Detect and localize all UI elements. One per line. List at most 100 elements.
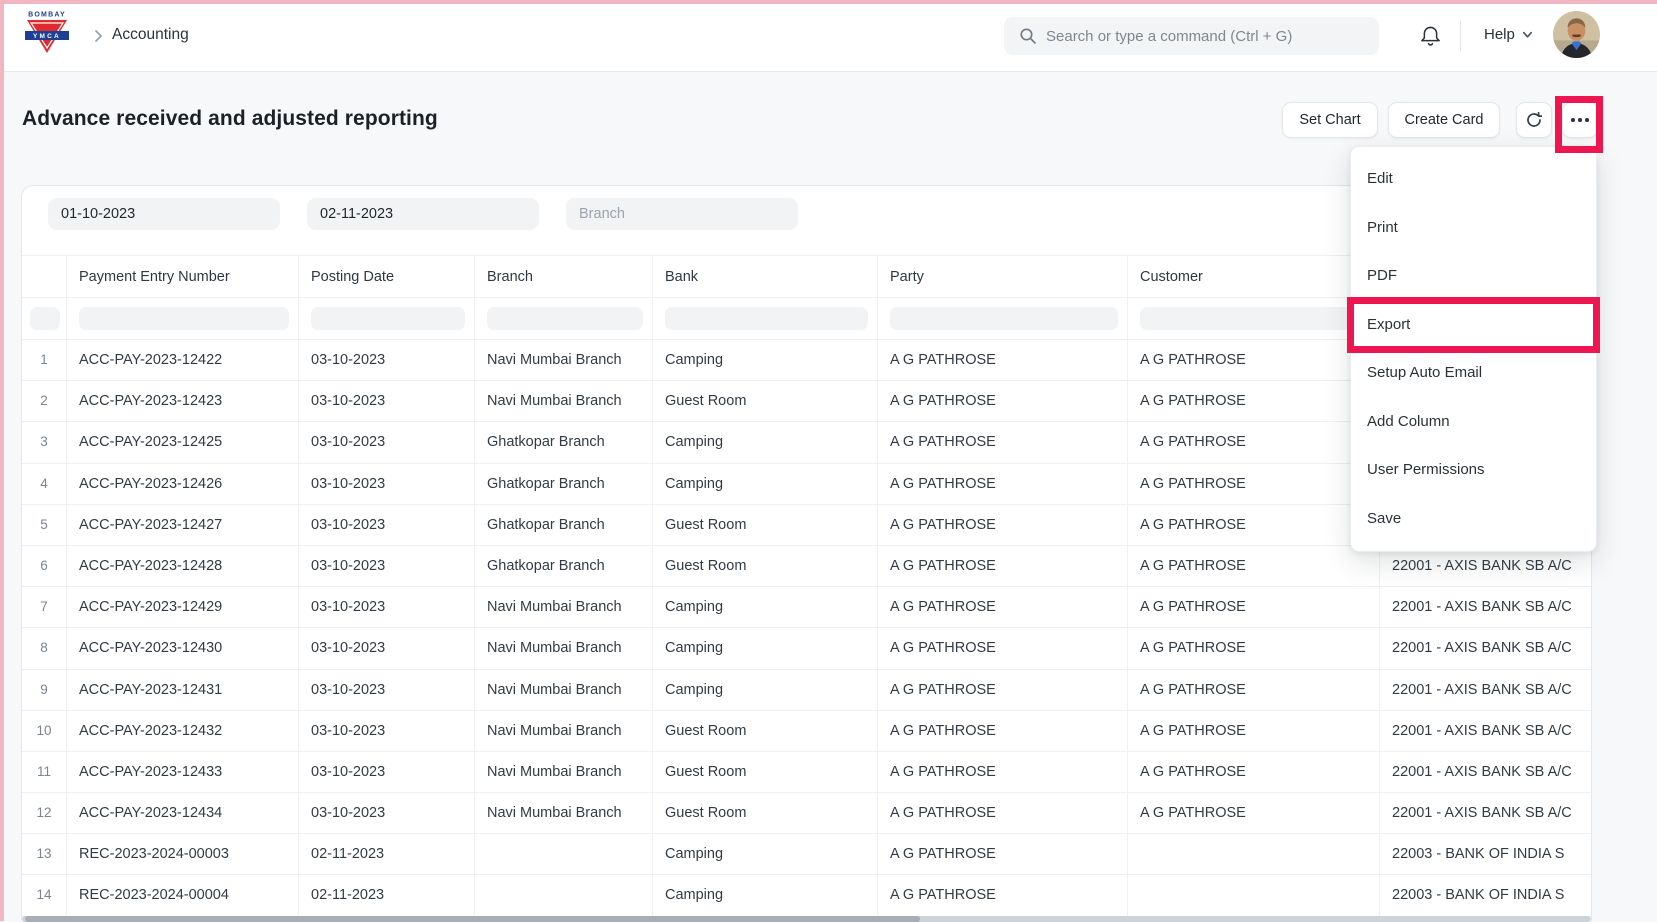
column-filter-input-posting-date[interactable] — [311, 307, 465, 330]
menu-item-pdf[interactable]: PDF — [1351, 252, 1596, 301]
notifications-bell-icon[interactable] — [1420, 25, 1441, 48]
horizontal-scrollbar-thumb[interactable] — [25, 916, 920, 922]
column-header-customer[interactable]: Customer — [1128, 255, 1380, 298]
column-header-payment-entry-number[interactable]: Payment Entry Number — [67, 255, 299, 298]
to-date-filter[interactable] — [307, 198, 539, 230]
cell-payment-entry-number: ACC-PAY-2023-12429 — [67, 587, 299, 628]
cell-posting-date: 03-10-2023 — [299, 546, 475, 587]
help-menu[interactable]: Help — [1484, 26, 1533, 43]
cell-row-number: 9 — [22, 670, 67, 711]
cell-posting-date: 03-10-2023 — [299, 587, 475, 628]
cell-party: A G PATHROSE — [878, 381, 1128, 422]
cell-branch — [475, 875, 653, 916]
cell-posting-date: 03-10-2023 — [299, 422, 475, 463]
cell-row-number: 2 — [22, 381, 67, 422]
cell-bank: Guest Room — [653, 546, 878, 587]
column-filter-input-bank[interactable] — [665, 307, 868, 330]
cell-bank-account: 22003 - BANK OF INDIA S — [1380, 834, 1592, 875]
cell-party: A G PATHROSE — [878, 711, 1128, 752]
cell-party: A G PATHROSE — [878, 670, 1128, 711]
table-row: 9ACC-PAY-2023-1243103-10-2023Navi Mumbai… — [22, 670, 1592, 711]
chevron-down-icon — [1522, 29, 1533, 40]
table-row: 7ACC-PAY-2023-1242903-10-2023Navi Mumbai… — [22, 587, 1592, 628]
cell-customer: A G PATHROSE — [1128, 752, 1380, 793]
cell-customer: A G PATHROSE — [1128, 505, 1380, 546]
cell-party: A G PATHROSE — [878, 587, 1128, 628]
column-filter-input-customer[interactable] — [1140, 307, 1370, 330]
cell-payment-entry-number: REC-2023-2024-00003 — [67, 834, 299, 875]
more-menu-button[interactable] — [1562, 102, 1598, 138]
column-header-bank[interactable]: Bank — [653, 255, 878, 298]
set-chart-button[interactable]: Set Chart — [1282, 102, 1378, 138]
cell-bank: Guest Room — [653, 505, 878, 546]
column-filter-input-party[interactable] — [890, 307, 1118, 330]
cell-row-number: 3 — [22, 422, 67, 463]
table-row: 12ACC-PAY-2023-1243403-10-2023Navi Mumba… — [22, 793, 1592, 834]
cell-payment-entry-number: ACC-PAY-2023-12430 — [67, 628, 299, 669]
table-row: 8ACC-PAY-2023-1243003-10-2023Navi Mumbai… — [22, 628, 1592, 669]
cell-payment-entry-number: ACC-PAY-2023-12426 — [67, 464, 299, 505]
cell-branch: Ghatkopar Branch — [475, 422, 653, 463]
menu-item-setup-auto-email[interactable]: Setup Auto Email — [1351, 349, 1596, 398]
cell-bank: Guest Room — [653, 752, 878, 793]
cell-bank: Camping — [653, 628, 878, 669]
menu-item-edit[interactable]: Edit — [1351, 155, 1596, 204]
cell-posting-date: 03-10-2023 — [299, 793, 475, 834]
table-row: 14REC-2023-2024-0000402-11-2023CampingA … — [22, 875, 1592, 916]
menu-item-export[interactable]: Export — [1351, 301, 1596, 350]
cell-party: A G PATHROSE — [878, 422, 1128, 463]
cell-payment-entry-number: ACC-PAY-2023-12423 — [67, 381, 299, 422]
menu-item-save[interactable]: Save — [1351, 495, 1596, 544]
cell-payment-entry-number: ACC-PAY-2023-12425 — [67, 422, 299, 463]
branch-filter[interactable] — [566, 198, 798, 230]
column-filter-input-payment-entry-number[interactable] — [79, 307, 289, 330]
menu-item-add-column[interactable]: Add Column — [1351, 398, 1596, 447]
cell-party: A G PATHROSE — [878, 340, 1128, 381]
cell-posting-date: 03-10-2023 — [299, 381, 475, 422]
filter-cell-party — [878, 298, 1128, 340]
cell-bank-account: 22001 - AXIS BANK SB A/C — [1380, 628, 1592, 669]
cell-party: A G PATHROSE — [878, 628, 1128, 669]
cell-bank-account: 22001 - AXIS BANK SB A/C — [1380, 546, 1592, 587]
user-avatar[interactable] — [1553, 11, 1600, 58]
menu-item-user-permissions[interactable]: User Permissions — [1351, 446, 1596, 495]
table-row: 10ACC-PAY-2023-1243203-10-2023Navi Mumba… — [22, 711, 1592, 752]
cell-bank: Camping — [653, 464, 878, 505]
menu-item-print[interactable]: Print — [1351, 204, 1596, 253]
cell-bank: Guest Room — [653, 381, 878, 422]
cell-party: A G PATHROSE — [878, 546, 1128, 587]
from-date-filter[interactable] — [48, 198, 280, 230]
cell-bank: Guest Room — [653, 711, 878, 752]
cell-row-number: 14 — [22, 875, 67, 916]
cell-branch: Navi Mumbai Branch — [475, 670, 653, 711]
cell-branch: Navi Mumbai Branch — [475, 628, 653, 669]
cell-party: A G PATHROSE — [878, 752, 1128, 793]
column-header-posting-date[interactable]: Posting Date — [299, 255, 475, 298]
refresh-button[interactable] — [1516, 102, 1552, 138]
search-input[interactable] — [1046, 17, 1366, 55]
refresh-icon — [1526, 112, 1542, 128]
cell-bank-account: 22001 - AXIS BANK SB A/C — [1380, 587, 1592, 628]
column-header-party[interactable]: Party — [878, 255, 1128, 298]
cell-customer: A G PATHROSE — [1128, 793, 1380, 834]
bombay-ymca-logo[interactable]: BOMBAY YMCA — [25, 9, 69, 63]
breadcrumb[interactable]: Accounting — [112, 26, 189, 44]
global-search[interactable] — [1004, 17, 1379, 55]
filter-cell-bank — [653, 298, 878, 340]
cell-branch: Ghatkopar Branch — [475, 546, 653, 587]
column-filter-input-row-number[interactable] — [30, 307, 60, 330]
cell-customer: A G PATHROSE — [1128, 587, 1380, 628]
column-header-branch[interactable]: Branch — [475, 255, 653, 298]
logo-text-band: YMCA — [33, 33, 61, 40]
cell-posting-date: 03-10-2023 — [299, 628, 475, 669]
cell-posting-date: 03-10-2023 — [299, 752, 475, 793]
create-card-button[interactable]: Create Card — [1388, 102, 1500, 138]
cell-party: A G PATHROSE — [878, 464, 1128, 505]
screenshot-border-top — [0, 0, 1657, 4]
table-row: 13REC-2023-2024-0000302-11-2023CampingA … — [22, 834, 1592, 875]
navbar-divider — [1460, 21, 1461, 51]
cell-row-number: 10 — [22, 711, 67, 752]
cell-payment-entry-number: REC-2023-2024-00004 — [67, 875, 299, 916]
column-filter-input-branch[interactable] — [487, 307, 643, 330]
cell-payment-entry-number: ACC-PAY-2023-12432 — [67, 711, 299, 752]
